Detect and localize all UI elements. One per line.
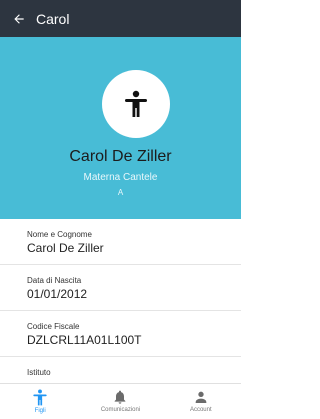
field-value: 01/01/2012 (27, 287, 88, 301)
field-value: Carol De Ziller (27, 241, 104, 255)
field-label: Data di Nascita (27, 276, 82, 285)
field-birth-date: Data di Nascita 01/01/2012 (0, 265, 241, 311)
arrow-left-icon (14, 13, 24, 24)
child-name: Carol De Ziller (69, 148, 172, 165)
app-bar: Carol (0, 0, 241, 37)
page-title: Carol (36, 10, 70, 27)
field-value: DZLCRL11A01L100T (27, 333, 142, 347)
class-section: A (117, 188, 124, 197)
avatar (102, 70, 170, 138)
field-full-name: Nome e Cognome Carol De Ziller (0, 219, 241, 265)
nav-label: Account (189, 407, 212, 413)
nav-label: Comunicazioni (100, 407, 141, 413)
nav-label: Figli (34, 408, 46, 414)
person-icon (195, 391, 207, 403)
field-label: Nome e Cognome (27, 230, 92, 239)
bottom-navigation: Figli Comunicazioni Account (0, 383, 241, 419)
field-label: Codice Fiscale (27, 322, 80, 331)
bell-icon (115, 390, 126, 404)
details-list: Nome e Cognome Carol De Ziller Data di N… (0, 219, 241, 403)
field-label: Istituto (27, 368, 51, 377)
child-icon (33, 389, 47, 406)
nav-item-comunicazioni[interactable]: Comunicazioni (80, 384, 160, 419)
nav-item-figli[interactable]: Figli (0, 384, 80, 419)
child-icon (125, 90, 147, 117)
profile-header: Carol De Ziller Materna Cantele A (0, 37, 241, 219)
field-tax-code: Codice Fiscale DZLCRL11A01L100T (0, 311, 241, 357)
nav-item-account[interactable]: Account (161, 384, 241, 419)
back-button[interactable] (4, 0, 34, 37)
school-name: Materna Cantele (83, 172, 158, 183)
